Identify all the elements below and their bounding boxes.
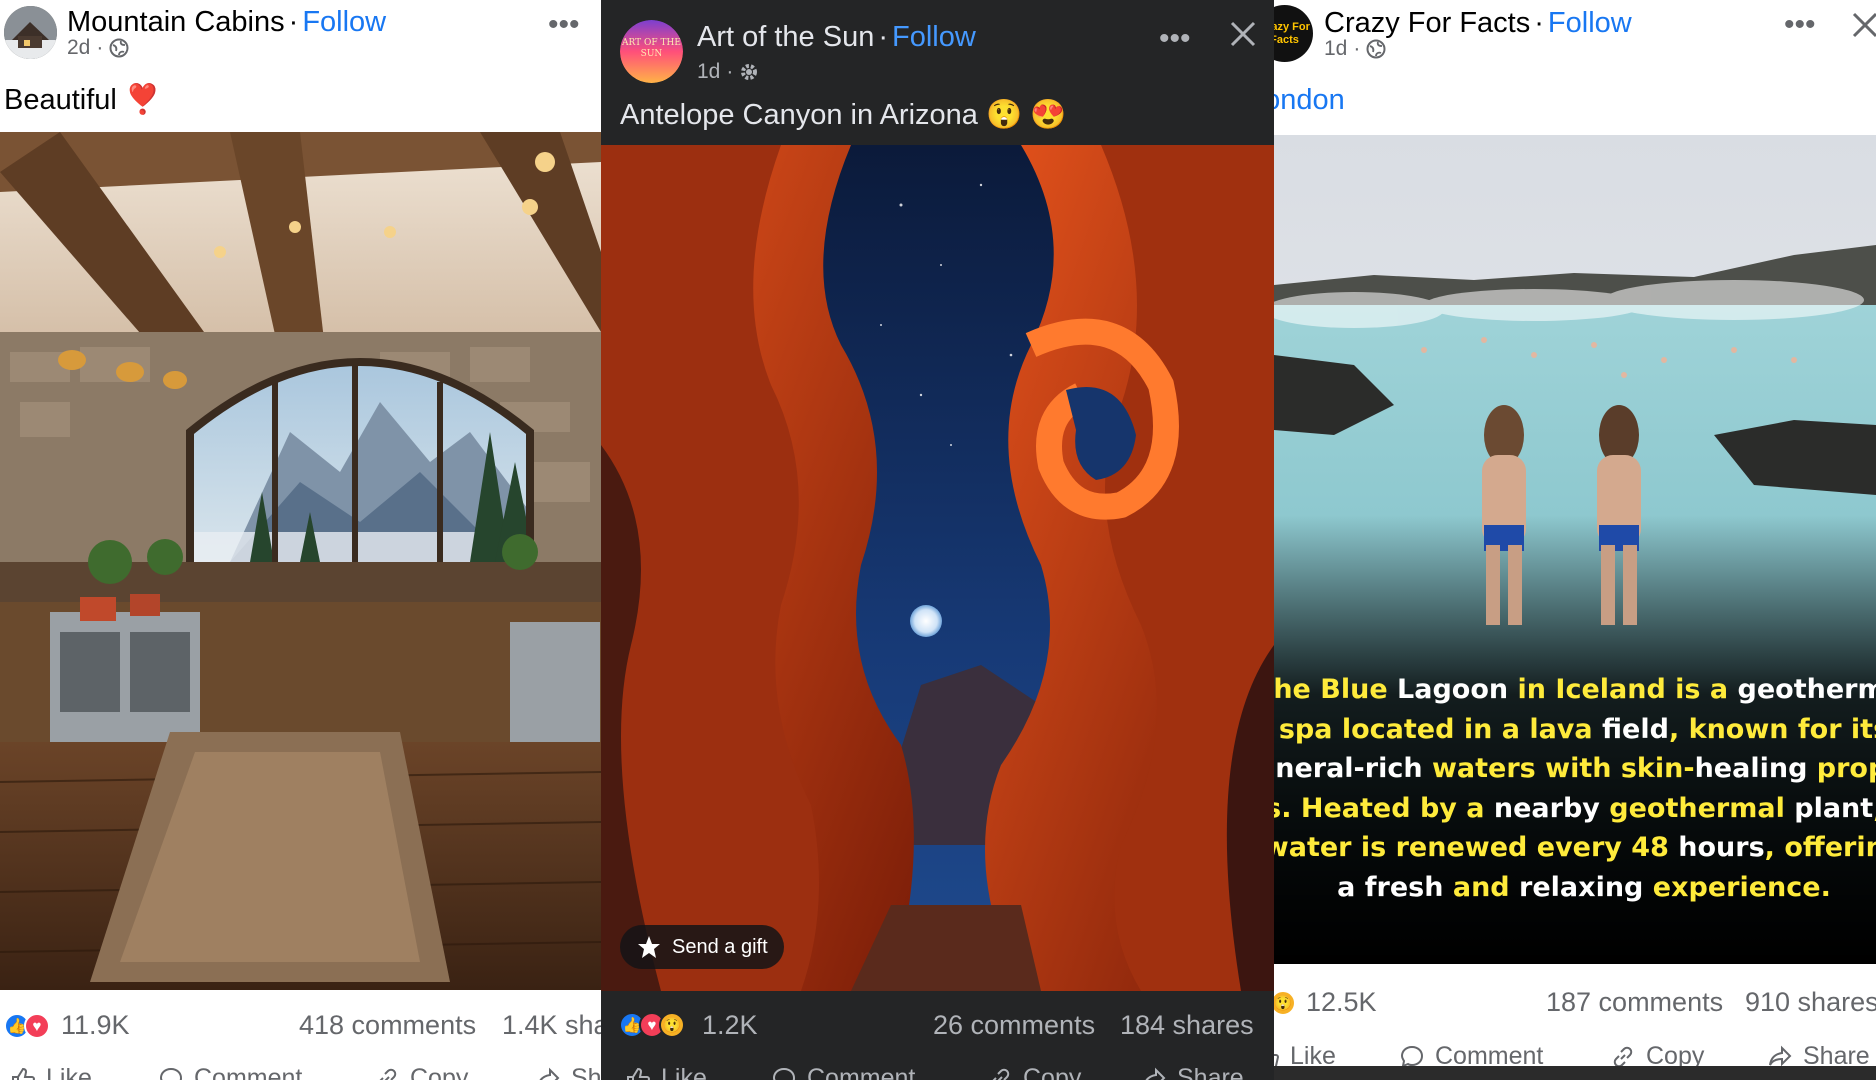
avatar-text: ART OF THE SUN — [622, 38, 681, 59]
overlay-segment: experience. — [1643, 871, 1831, 903]
shares-count[interactable]: 910 shares — [1745, 987, 1876, 1018]
wow-reaction-icon: 😲 — [659, 1012, 685, 1038]
page-name[interactable]: Crazy For Facts — [1324, 7, 1530, 39]
post-age: 1d — [697, 60, 721, 83]
wow-reaction-icon: 😲 — [1274, 990, 1296, 1016]
share-button[interactable]: Share — [1141, 1064, 1244, 1080]
rustic-kitchen-photo — [0, 132, 601, 990]
copy-button[interactable]: Copy — [987, 1064, 1081, 1080]
post-image-antelope-canyon[interactable] — [601, 145, 1274, 991]
cabin-avatar-icon — [4, 6, 57, 59]
reactions-summary[interactable]: 👍 ♥ — [4, 1013, 50, 1039]
link-icon — [379, 1068, 397, 1080]
overlay-segment: , known for its — [1668, 713, 1876, 745]
follow-button[interactable]: Follow — [1548, 7, 1632, 39]
copy-button[interactable]: Copy — [374, 1064, 468, 1080]
overlay-segment: geothermal — [1737, 674, 1876, 705]
page-avatar[interactable] — [4, 6, 57, 59]
overlay-segment: proper- — [1816, 753, 1876, 784]
gear-icon — [741, 64, 758, 80]
overlay-segment: , offering — [1764, 832, 1876, 863]
follow-button[interactable]: Follow — [892, 21, 976, 53]
share-arrow-icon — [1145, 1067, 1166, 1080]
page-avatar[interactable]: ART OF THE SUN — [620, 20, 683, 83]
overlay-caption: The Blue Lagoon in Iceland is a geotherm… — [1274, 670, 1876, 907]
overlay-line: spa located in a lava field, known for i… — [1274, 710, 1876, 750]
send-gift-button[interactable]: Send a gift — [620, 925, 784, 969]
post-age: 2d — [67, 36, 91, 59]
overlay-segment: in Iceland is a — [1517, 674, 1729, 705]
overlay-segment: spa located in a lava — [1278, 713, 1593, 745]
thumbs-up-icon — [627, 1067, 651, 1080]
overlay-line: a fresh and relaxing experience. — [1274, 868, 1876, 908]
close-icon[interactable] — [1850, 10, 1876, 45]
thumbs-up-icon — [12, 1067, 36, 1080]
shares-count[interactable]: 184 shares — [1120, 1010, 1254, 1041]
share-arrow-icon — [539, 1067, 560, 1080]
share-button[interactable]: Share — [535, 1064, 601, 1080]
overlay-segment: waters with skin- — [1422, 753, 1695, 784]
post-panel-crazy-for-facts: Crazy For Facts Crazy For Facts·Follow 1… — [1274, 0, 1876, 1080]
post-panel-art-of-the-sun: ART OF THE SUN Art of the Sun · Follow 1d ·… — [601, 0, 1274, 1080]
overlay-segment: and — [1443, 871, 1520, 903]
post-panel-mountain-cabins: Mountain Cabins · Follow 2d · ••• Beautiful… — [0, 0, 601, 1080]
star-gift-icon — [638, 936, 660, 958]
overlay-segment: hours — [1668, 832, 1765, 863]
globe-icon — [109, 38, 129, 58]
overlay-line: The Blue Lagoon in Iceland is a geotherm… — [1274, 670, 1876, 710]
overlay-segment: water is renewed every 48 — [1274, 832, 1669, 863]
antelope-canyon-photo — [601, 145, 1274, 991]
overlay-segment: geothermal — [1609, 792, 1785, 824]
post-caption: Antelope Canyon in Arizona 😲 😍 — [620, 99, 1067, 131]
comment-button[interactable]: Comment — [771, 1064, 915, 1080]
overlay-segment: a fresh — [1337, 871, 1444, 903]
overlay-segment: Lagoon — [1387, 674, 1518, 705]
overlay-segment: healing — [1694, 753, 1808, 784]
link-icon — [992, 1068, 1010, 1080]
like-button[interactable]: Like — [625, 1064, 707, 1080]
comments-count[interactable]: 26 comments — [933, 1010, 1095, 1041]
overlay-segment: The Blue — [1274, 674, 1388, 705]
overlay-line: ties. Heated by a nearby geothermal plan… — [1274, 789, 1876, 829]
follow-button[interactable]: Follow — [302, 6, 386, 38]
overlay-line: water is renewed every 48 hours, offerin… — [1274, 828, 1876, 868]
reaction-count[interactable]: 12.5K — [1306, 987, 1377, 1018]
overlay-segment: ties. Heated by a — [1274, 792, 1485, 824]
overlay-segment: mineral-rich — [1274, 753, 1423, 784]
post-caption-link[interactable]: London — [1274, 84, 1345, 117]
reactions-summary[interactable]: 😲 — [1274, 990, 1296, 1016]
post-image-kitchen[interactable] — [0, 132, 601, 990]
post-age: 1d — [1324, 37, 1348, 60]
reactions-summary[interactable]: 👍 ♥ 😲 — [619, 1012, 685, 1038]
more-options-icon[interactable]: ••• — [548, 8, 580, 42]
overlay-line: mineral-rich waters with skin-healing pr… — [1274, 749, 1876, 789]
reaction-count[interactable]: 11.9K — [61, 1010, 130, 1041]
love-reaction-icon: ♥ — [24, 1013, 50, 1039]
comment-bubble-icon — [159, 1067, 183, 1080]
globe-icon — [1366, 39, 1386, 59]
next-post-peek — [1274, 1066, 1876, 1080]
comments-count[interactable]: 418 comments — [299, 1010, 476, 1041]
overlay-segment: plant — [1784, 792, 1874, 824]
reaction-count[interactable]: 1.2K — [702, 1010, 758, 1041]
like-button[interactable]: Like — [10, 1064, 92, 1080]
comments-count[interactable]: 187 comments — [1546, 987, 1723, 1018]
comment-bubble-icon — [772, 1067, 796, 1080]
page-name[interactable]: Mountain Cabins — [67, 6, 285, 38]
overlay-segment: nearby — [1484, 792, 1610, 824]
overlay-segment: relaxing — [1519, 871, 1644, 903]
page-avatar[interactable]: Crazy For Facts — [1274, 5, 1313, 62]
close-icon[interactable] — [1227, 18, 1259, 55]
page-name[interactable]: Art of the Sun — [697, 21, 874, 53]
shares-count[interactable]: 1.4K shares — [502, 1010, 601, 1041]
post-caption: Beautiful ❣️ — [4, 84, 162, 116]
more-options-icon[interactable]: ••• — [1784, 8, 1816, 42]
overlay-segment: field — [1592, 713, 1669, 745]
avatar-text: Crazy For Facts — [1274, 21, 1310, 46]
comment-button[interactable]: Comment — [158, 1064, 302, 1080]
more-options-icon[interactable]: ••• — [1159, 22, 1191, 56]
